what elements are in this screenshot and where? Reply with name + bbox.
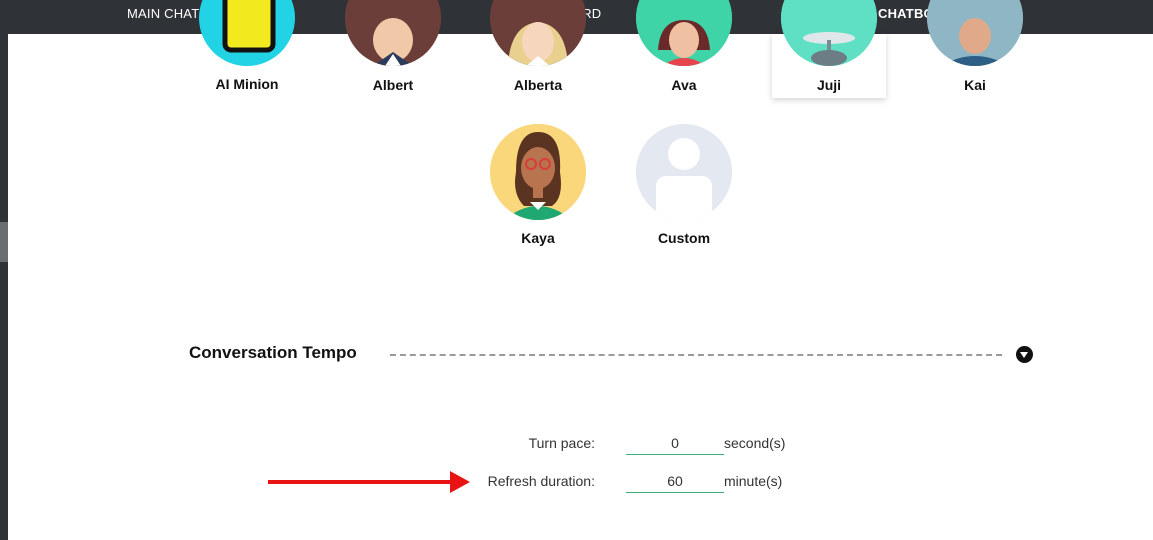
avatar-name: Custom xyxy=(657,230,711,246)
avatar-option-kaya[interactable]: Kaya xyxy=(483,124,593,249)
section-title-conversation-tempo: Conversation Tempo xyxy=(189,343,357,362)
person-portrait-icon xyxy=(927,0,1023,66)
albert-avatar xyxy=(345,0,441,66)
section-divider xyxy=(390,354,1002,356)
avatar-name: AI Minion xyxy=(215,76,279,92)
left-scrollbar-track xyxy=(0,34,8,540)
avatar-option-ava[interactable]: Ava xyxy=(629,0,739,95)
refresh-duration-label: Refresh duration: xyxy=(487,473,595,489)
person-portrait-icon xyxy=(636,0,732,66)
avatar-name: Kai xyxy=(964,77,986,93)
juji-avatar xyxy=(781,0,877,66)
ava-avatar xyxy=(636,0,732,66)
annotation-arrow-shaft xyxy=(268,480,453,484)
avatar-option-custom[interactable]: Custom xyxy=(629,124,739,249)
left-scrollbar-thumb[interactable] xyxy=(0,222,8,262)
avatar-option-juji[interactable]: Juji xyxy=(774,0,884,95)
avatar-name: Kaya xyxy=(521,230,555,246)
avatar-name: Ava xyxy=(671,77,697,93)
person-portrait-icon xyxy=(345,0,441,66)
person-portrait-icon xyxy=(490,0,586,66)
alberta-avatar xyxy=(490,0,586,66)
turn-pace-unit: second(s) xyxy=(724,435,786,451)
kaya-avatar xyxy=(490,124,586,220)
avatar-option-kai[interactable]: Kai xyxy=(920,0,1030,95)
turn-pace-input[interactable] xyxy=(626,432,724,455)
minion-face-icon xyxy=(222,0,276,53)
avatar-name: Albert xyxy=(372,77,414,93)
avatar-name: Juji xyxy=(816,77,842,93)
refresh-duration-input[interactable] xyxy=(626,470,724,493)
user-placeholder-icon xyxy=(636,124,732,220)
refresh-duration-unit: minute(s) xyxy=(724,473,783,489)
avatar-option-albert[interactable]: Albert xyxy=(338,0,448,95)
chevron-down-icon[interactable] xyxy=(1016,346,1033,363)
annotation-arrow-icon xyxy=(450,471,470,493)
robot-icon xyxy=(781,0,877,66)
kai-avatar xyxy=(927,0,1023,66)
avatar-option-alberta[interactable]: Alberta xyxy=(483,0,593,95)
avatar-name: Alberta xyxy=(513,77,563,93)
ai-minion-avatar xyxy=(199,0,295,66)
turn-pace-label: Turn pace: xyxy=(528,435,595,451)
avatar-option-ai-minion[interactable]: AI Minion xyxy=(192,0,302,95)
person-portrait-icon xyxy=(490,124,586,220)
custom-avatar xyxy=(636,124,732,220)
